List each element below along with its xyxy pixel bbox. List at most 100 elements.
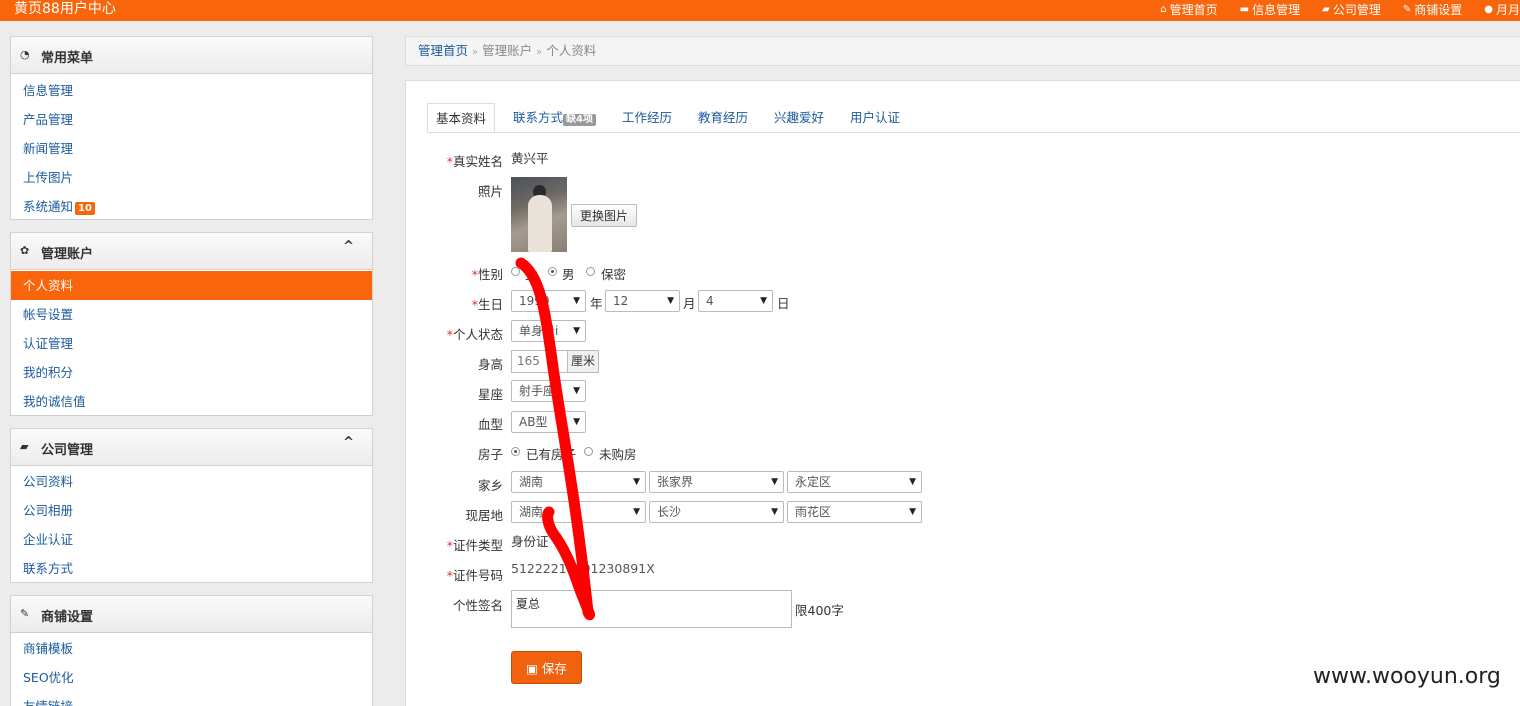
- tab-hobbies[interactable]: 兴趣爱好: [766, 103, 832, 133]
- top-bar: 黄页88用户中心 ⌂ 管理首页 ▬ 信息管理 ▰ 公司管理 ✎ 商铺设置 ● 月月: [0, 0, 1520, 21]
- blood-select[interactable]: AB型 ▼: [511, 411, 586, 433]
- gender-label: *性别: [471, 267, 503, 282]
- sidebar-item-points[interactable]: 我的积分: [11, 358, 372, 387]
- top-nav-shop[interactable]: ✎ 商铺设置: [1403, 0, 1462, 19]
- profile-tabs: 基本资料 联系方式 缺4项 工作经历 教育经历 兴趣爱好 用户认证: [427, 103, 918, 133]
- missing-count-badge: 缺4项: [563, 114, 596, 126]
- panel-title: 商铺设置: [41, 610, 94, 625]
- panel-title: 常用菜单: [41, 51, 94, 66]
- status-label: *个人状态: [446, 327, 503, 342]
- gear-icon: ✿: [20, 244, 30, 257]
- sidebar-item-upload[interactable]: 上传图片: [11, 163, 372, 192]
- save-button[interactable]: ▣ 保存: [511, 651, 582, 684]
- breadcrumb: 管理首页» 管理账户» 个人资料: [405, 36, 1520, 66]
- top-nav-info[interactable]: ▬ 信息管理: [1240, 0, 1300, 19]
- hometown-city-select[interactable]: 张家界 ▼: [649, 471, 784, 493]
- chevron-down-icon: ▼: [573, 417, 580, 427]
- sidebar-item-friend-links[interactable]: 友情链接: [11, 692, 372, 706]
- breadcrumb-separator: »: [536, 47, 543, 58]
- sidebar-item-company-album[interactable]: 公司相册: [11, 496, 372, 525]
- panel-header-company[interactable]: ▰ 公司管理 ^: [11, 429, 372, 466]
- sidebar-item-profile[interactable]: 个人资料: [11, 271, 372, 300]
- gender-female-radio[interactable]: [511, 267, 520, 276]
- house-none-radio[interactable]: [584, 447, 593, 456]
- sidebar-item-company-info[interactable]: 公司资料: [11, 467, 372, 496]
- sidebar-item-shop-template[interactable]: 商铺模板: [11, 634, 372, 663]
- chevron-down-icon: ▼: [771, 507, 778, 517]
- folder-icon: ▬: [1239, 4, 1250, 15]
- change-photo-button[interactable]: 更换图片: [571, 204, 638, 227]
- tab-contact[interactable]: 联系方式 缺4项: [505, 103, 604, 133]
- tab-divider: [427, 132, 1520, 133]
- sidebar-panel-company: ▰ 公司管理 ^ 公司资料 公司相册 企业认证 联系方式: [10, 428, 373, 583]
- residence-city-select[interactable]: 长沙 ▼: [649, 501, 784, 523]
- watermark: www.wooyun.org: [1313, 664, 1501, 689]
- name-label: *真实姓名: [446, 154, 503, 169]
- dashboard-icon: ◔: [20, 48, 30, 61]
- top-nav-home[interactable]: ⌂ 管理首页: [1160, 0, 1217, 19]
- house-label: 房子: [477, 447, 503, 462]
- hometown-district-select[interactable]: 永定区 ▼: [787, 471, 922, 493]
- user-icon: ●: [1484, 4, 1493, 15]
- gender-male-radio[interactable]: [548, 267, 557, 276]
- id-number-value: 51222219891230891X: [511, 561, 655, 576]
- house-owned-label: 已有房子: [526, 447, 577, 462]
- chevron-down-icon: ▼: [573, 386, 580, 396]
- zodiac-label: 星座: [477, 387, 503, 402]
- gender-female-label: 女: [525, 267, 538, 282]
- sidebar-item-verification[interactable]: 认证管理: [11, 329, 372, 358]
- brand-title[interactable]: 黄页88用户中心: [14, 0, 116, 19]
- sidebar-item-account-settings[interactable]: 帐号设置: [11, 300, 372, 329]
- top-nav-company[interactable]: ▰ 公司管理: [1322, 0, 1381, 19]
- wrench-icon: ✎: [1402, 4, 1412, 15]
- tab-user-verify[interactable]: 用户认证: [842, 103, 908, 133]
- hometown-province-select[interactable]: 湖南 ▼: [511, 471, 646, 493]
- status-select[interactable]: 单身贵i ▼: [511, 320, 586, 342]
- gender-secret-label: 保密: [601, 267, 627, 282]
- chevron-down-icon: ▼: [760, 296, 767, 306]
- top-nav-user[interactable]: ● 月月: [1484, 0, 1520, 19]
- panel-header-account[interactable]: ✿ 管理账户 ^: [11, 233, 372, 270]
- tab-basic-info[interactable]: 基本资料: [427, 103, 496, 133]
- chevron-down-icon: ▼: [909, 477, 916, 487]
- profile-photo: [511, 177, 567, 252]
- sidebar-item-credit[interactable]: 我的诚信值: [11, 387, 372, 416]
- birth-day-select[interactable]: 4 ▼: [698, 290, 773, 312]
- month-unit: 月: [683, 296, 696, 311]
- height-input[interactable]: 165: [511, 350, 568, 373]
- signature-textarea[interactable]: 夏总: [511, 590, 792, 628]
- id-type-value: 身份证: [511, 534, 549, 549]
- signature-limit: 限400字: [795, 603, 844, 618]
- panel-header-shop[interactable]: ✎ 商铺设置: [11, 596, 372, 633]
- residence-district-select[interactable]: 雨花区 ▼: [787, 501, 922, 523]
- collapse-icon[interactable]: ^: [343, 239, 354, 254]
- panel-title: 管理账户: [41, 247, 94, 262]
- sidebar-item-company-verify[interactable]: 企业认证: [11, 525, 372, 554]
- sidebar-item-seo[interactable]: SEO优化: [11, 663, 372, 692]
- gender-secret-radio[interactable]: [586, 267, 595, 276]
- signature-label: 个性签名: [452, 598, 503, 613]
- birth-month-select[interactable]: 12 ▼: [605, 290, 680, 312]
- breadcrumb-current: 个人资料: [546, 43, 597, 58]
- breadcrumb-account[interactable]: 管理账户: [482, 43, 532, 58]
- residence-province-select[interactable]: 湖南 ▼: [511, 501, 646, 523]
- tab-education[interactable]: 教育经历: [690, 103, 756, 133]
- panel-title: 公司管理: [41, 443, 94, 458]
- house-owned-radio[interactable]: [511, 447, 520, 456]
- zodiac-select[interactable]: 射手座 ▼: [511, 380, 586, 402]
- sidebar-panel-common: ◔ 常用菜单 信息管理 产品管理 新闻管理 上传图片 系统通知 10: [10, 36, 373, 220]
- sidebar-item-contact[interactable]: 联系方式: [11, 554, 372, 583]
- sidebar-item-products[interactable]: 产品管理: [11, 105, 372, 134]
- birth-year-select[interactable]: 1990 ▼: [511, 290, 586, 312]
- chevron-down-icon: ▼: [667, 296, 674, 306]
- panel-header-common[interactable]: ◔ 常用菜单: [11, 37, 372, 74]
- tab-work[interactable]: 工作经历: [614, 103, 680, 133]
- sidebar-item-info[interactable]: 信息管理: [11, 76, 372, 105]
- collapse-icon[interactable]: ^: [343, 435, 354, 450]
- sidebar-item-news[interactable]: 新闻管理: [11, 134, 372, 163]
- sidebar-item-label: 系统通知: [23, 199, 74, 214]
- chevron-down-icon: ▼: [633, 477, 640, 487]
- birthday-label: *生日: [471, 297, 503, 312]
- sidebar-item-notify[interactable]: 系统通知 10: [11, 192, 372, 221]
- breadcrumb-home[interactable]: 管理首页: [418, 43, 468, 58]
